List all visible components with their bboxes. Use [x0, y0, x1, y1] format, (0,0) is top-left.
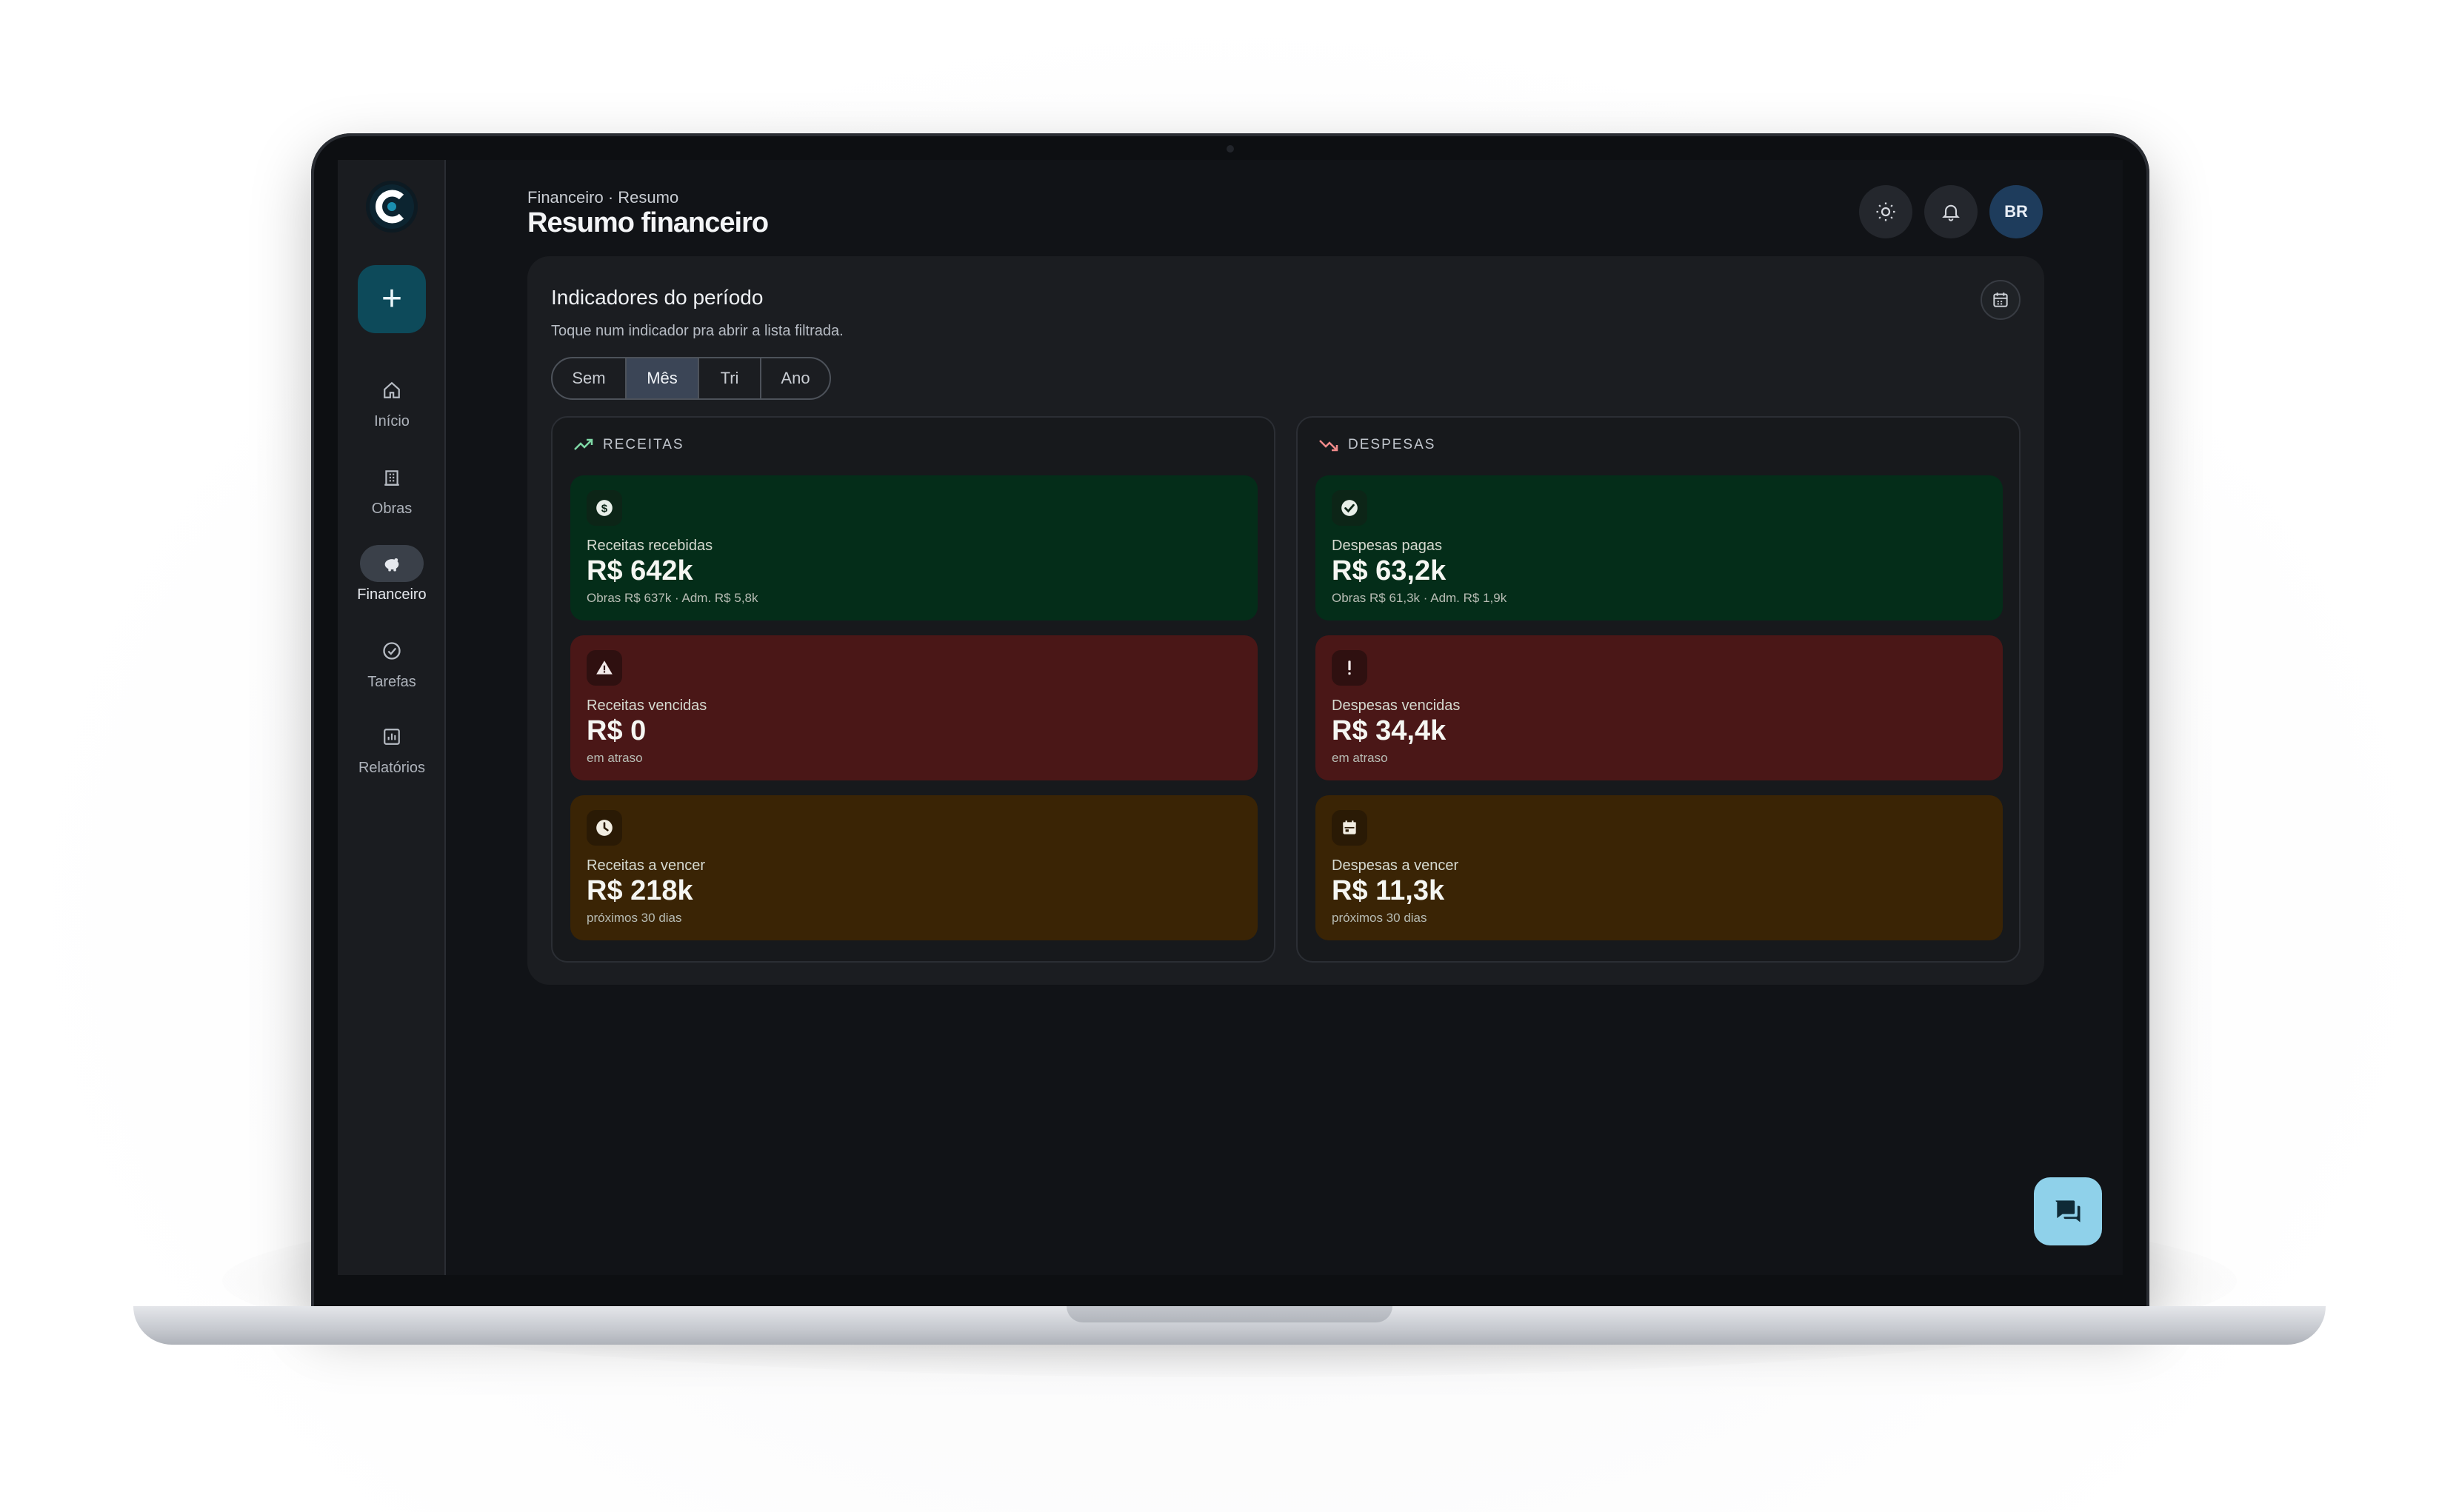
receitas-heading-label: RECEITAS	[603, 437, 684, 452]
theme-toggle-button[interactable]	[1859, 185, 1912, 238]
sidebar-item-financeiro[interactable]: Financeiro	[338, 545, 446, 603]
logo-icon	[370, 184, 414, 229]
dollar-icon: $	[587, 490, 622, 526]
calendar-icon	[1993, 292, 2008, 307]
exclamation-icon	[1332, 650, 1367, 686]
card-value: R$ 63,2k	[1332, 555, 1447, 586]
date-range-button[interactable]	[1981, 280, 2021, 320]
card-value: R$ 0	[587, 715, 647, 746]
receitas-section: RECEITAS $ Receitas recebidas R$ 642k Ob…	[551, 416, 1275, 963]
plus-icon: +	[381, 279, 403, 318]
sidebar-item-label: Relatórios	[358, 760, 426, 776]
bell-icon	[1942, 204, 1960, 221]
warning-icon	[587, 650, 622, 686]
receitas-vencidas-card[interactable]: Receitas vencidas R$ 0 em atraso	[570, 635, 1258, 780]
trend-up-icon	[574, 438, 593, 450]
period-option-tri[interactable]: Tri	[699, 358, 761, 398]
receitas-a-vencer-card[interactable]: Receitas a vencer R$ 218k próximos 30 di…	[570, 795, 1258, 940]
period-option-ano[interactable]: Ano	[761, 358, 830, 398]
card-value: R$ 34,4k	[1332, 715, 1447, 746]
sidebar-item-relatorios[interactable]: Relatórios	[338, 718, 446, 777]
avatar[interactable]: BR	[1989, 185, 2043, 238]
card-value: R$ 11,3k	[1332, 875, 1445, 906]
receitas-recebidas-card[interactable]: $ Receitas recebidas R$ 642k Obras R$ 63…	[570, 475, 1258, 620]
webcam	[1227, 145, 1234, 153]
card-note: em atraso	[587, 751, 643, 765]
backdrop: + Início Obras Financeiro Tarefas Relató…	[0, 0, 2459, 1512]
sidebar: + Início Obras Financeiro Tarefas Relató…	[338, 160, 446, 1275]
indicators-panel: Indicadores do período Toque num indicad…	[527, 256, 2044, 985]
notifications-button[interactable]	[1924, 185, 1978, 238]
period-selector: Sem Mês Tri Ano	[551, 357, 831, 400]
check-icon	[1332, 490, 1367, 526]
card-note: em atraso	[1332, 751, 1388, 765]
chat-bubbles-icon	[2055, 1200, 2081, 1222]
sidebar-item-label: Obras	[371, 501, 413, 517]
laptop-notch	[1067, 1306, 1392, 1322]
sidebar-item-label: Início	[374, 413, 410, 429]
despesas-a-vencer-card[interactable]: Despesas a vencer R$ 11,3k próximos 30 d…	[1315, 795, 2003, 940]
building-icon	[360, 459, 424, 496]
piggy-bank-icon	[360, 545, 424, 582]
chart-icon	[360, 718, 424, 755]
trend-down-icon	[1319, 440, 1338, 452]
clock-icon	[587, 810, 622, 846]
period-option-mes[interactable]: Mês	[627, 358, 699, 398]
card-label: Receitas vencidas	[587, 698, 707, 714]
home-icon	[360, 372, 424, 409]
card-value: R$ 218k	[587, 875, 693, 906]
period-option-sem[interactable]: Sem	[553, 358, 627, 398]
despesas-pagas-card[interactable]: Despesas pagas R$ 63,2k Obras R$ 61,3k ·…	[1315, 475, 2003, 620]
app-logo[interactable]	[366, 181, 418, 233]
card-label: Receitas a vencer	[587, 857, 706, 874]
page-title: Resumo financeiro	[527, 207, 769, 238]
sidebar-item-tarefas[interactable]: Tarefas	[338, 632, 446, 691]
sidebar-item-label: Tarefas	[367, 674, 416, 690]
card-label: Despesas vencidas	[1332, 698, 1461, 714]
card-label: Despesas a vencer	[1332, 857, 1459, 874]
card-label: Despesas pagas	[1332, 538, 1442, 554]
sidebar-item-label: Financeiro	[357, 586, 427, 603]
card-label: Receitas recebidas	[587, 538, 713, 554]
card-note: próximos 30 dias	[1332, 911, 1427, 925]
check-circle-icon	[360, 632, 424, 669]
chat-button[interactable]	[2034, 1177, 2102, 1245]
new-entry-button[interactable]: +	[358, 265, 426, 333]
despesas-heading: DESPESAS	[1318, 437, 1435, 453]
despesas-vencidas-card[interactable]: Despesas vencidas R$ 34,4k em atraso	[1315, 635, 2003, 780]
card-note: próximos 30 dias	[587, 911, 682, 925]
receitas-heading: RECEITAS	[573, 437, 684, 453]
sun-icon	[1876, 202, 1895, 221]
despesas-heading-label: DESPESAS	[1348, 437, 1436, 452]
svg-text:$: $	[601, 502, 608, 515]
app-screen: + Início Obras Financeiro Tarefas Relató…	[338, 160, 2123, 1275]
card-note: Obras R$ 637k · Adm. R$ 5,8k	[587, 591, 758, 605]
panel-subtitle: Toque num indicador pra abrir a lista fi…	[551, 323, 844, 339]
calendar-icon	[1332, 810, 1367, 846]
sidebar-item-obras[interactable]: Obras	[338, 459, 446, 518]
breadcrumb: Financeiro · Resumo	[527, 188, 679, 207]
despesas-section: DESPESAS Despesas pagas R$ 63,2k Obras R…	[1296, 416, 2021, 963]
card-note: Obras R$ 61,3k · Adm. R$ 1,9k	[1332, 591, 1507, 605]
panel-title: Indicadores do período	[551, 286, 764, 309]
card-value: R$ 642k	[587, 555, 693, 586]
sidebar-item-inicio[interactable]: Início	[338, 372, 446, 430]
